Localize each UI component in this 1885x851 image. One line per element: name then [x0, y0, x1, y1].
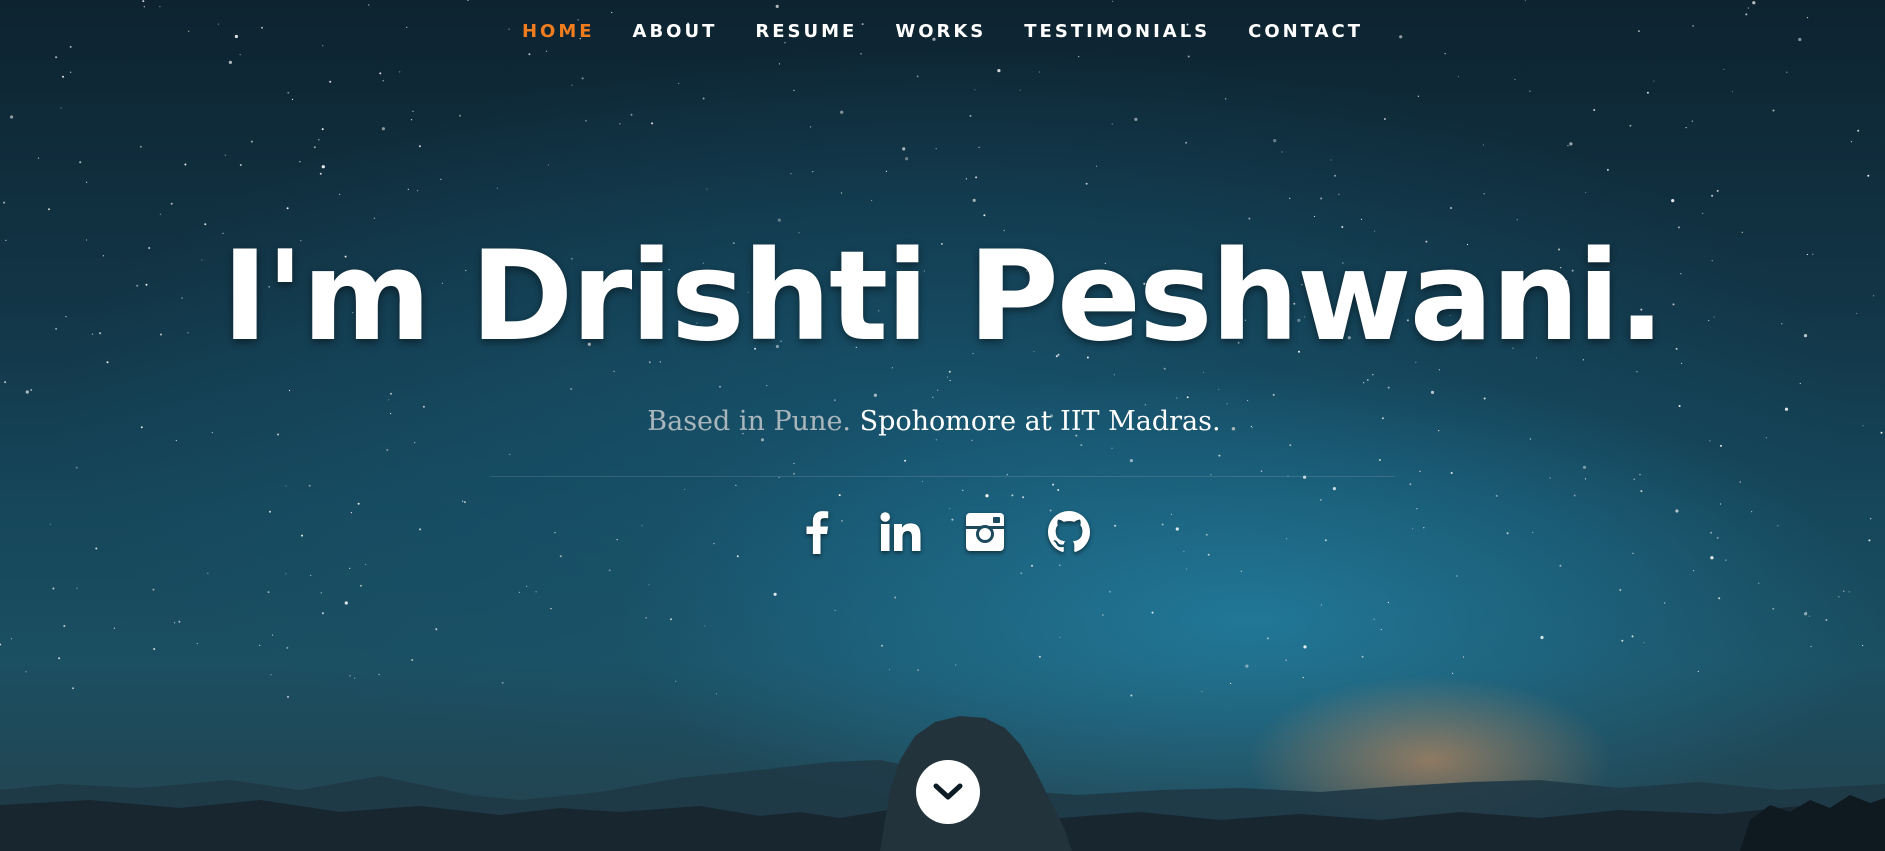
subline-trailing: . — [1220, 406, 1238, 437]
nav-testimonials[interactable]: TESTIMONIALS — [1005, 20, 1229, 44]
nav-resume[interactable]: RESUME — [736, 20, 876, 44]
hero-headline: I'm Drishti Peshwani. — [221, 225, 1665, 369]
main-nav: HOME ABOUT RESUME WORKS TESTIMONIALS CON… — [0, 20, 1885, 44]
scroll-down-button[interactable] — [916, 760, 980, 824]
linkedin-icon[interactable] — [879, 508, 923, 556]
nav-works[interactable]: WORKS — [876, 20, 1005, 44]
github-icon[interactable] — [1047, 508, 1091, 556]
instagram-icon[interactable] — [963, 508, 1007, 556]
nav-home[interactable]: HOME — [503, 20, 614, 44]
subline-education: Spohomore at IIT Madras. — [859, 406, 1221, 437]
hero-subline: Based in Pune. Spohomore at IIT Madras. … — [0, 402, 1885, 442]
nav-about[interactable]: ABOUT — [614, 20, 737, 44]
nav-contact[interactable]: CONTACT — [1229, 20, 1382, 44]
social-links — [0, 508, 1885, 556]
hero-divider — [490, 476, 1395, 477]
subline-location: Based in Pune. — [647, 406, 852, 437]
chevron-down-icon — [933, 783, 963, 800]
facebook-icon[interactable] — [795, 508, 839, 556]
